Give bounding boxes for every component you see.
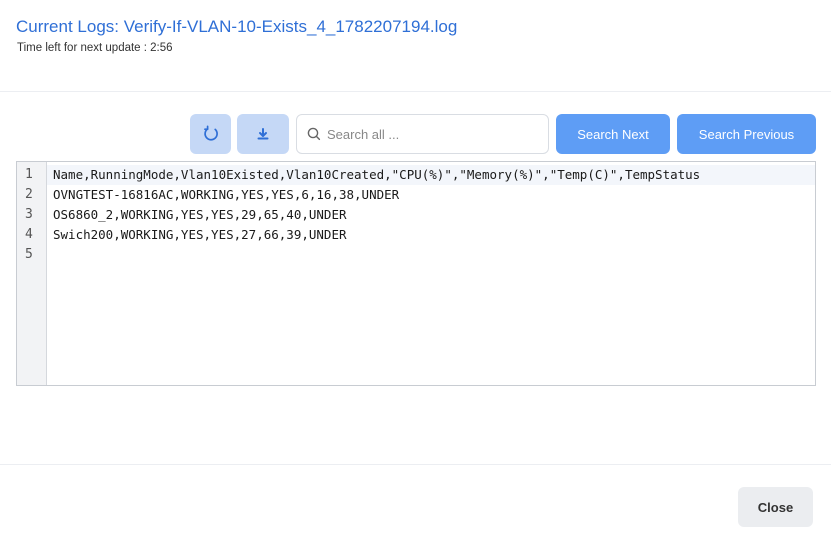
log-line[interactable]: OS6860_2,WORKING,YES,YES,29,65,40,UNDER bbox=[47, 205, 815, 225]
log-title: Current Logs: Verify-If-VLAN-10-Exists_4… bbox=[16, 17, 458, 36]
close-button[interactable]: Close bbox=[738, 487, 813, 527]
log-line[interactable] bbox=[47, 245, 815, 265]
refresh-button[interactable] bbox=[190, 114, 231, 154]
line-number: 4 bbox=[25, 227, 33, 242]
download-icon bbox=[257, 128, 269, 140]
refresh-icon bbox=[203, 125, 218, 141]
line-number-gutter: 1 2 3 4 5 bbox=[17, 162, 47, 385]
search-input[interactable] bbox=[327, 126, 527, 142]
log-line[interactable]: OVNGTEST-16816AC,WORKING,YES,YES,6,16,38… bbox=[47, 185, 815, 205]
search-previous-button[interactable]: Search Previous bbox=[677, 114, 816, 154]
line-number: 1 bbox=[25, 167, 33, 182]
line-number: 5 bbox=[25, 247, 33, 262]
log-content[interactable]: Name,RunningMode,Vlan10Existed,Vlan10Cre… bbox=[47, 165, 815, 265]
search-next-button[interactable]: Search Next bbox=[556, 114, 670, 154]
dialog-footer bbox=[0, 464, 831, 549]
log-viewer[interactable]: 1 2 3 4 5 Name,RunningMode,Vlan10Existed… bbox=[16, 161, 816, 386]
log-toolbar: Search Next Search Previous bbox=[0, 114, 831, 154]
dialog-header: Current Logs: Verify-If-VLAN-10-Exists_4… bbox=[0, 0, 831, 92]
log-line[interactable]: Swich200,WORKING,YES,YES,27,66,39,UNDER bbox=[47, 225, 815, 245]
search-field[interactable] bbox=[296, 114, 549, 154]
line-number: 3 bbox=[25, 207, 33, 222]
line-number: 2 bbox=[25, 187, 33, 202]
download-button[interactable] bbox=[237, 114, 289, 154]
search-icon bbox=[307, 127, 321, 141]
update-countdown: Time left for next update : 2:56 bbox=[17, 42, 173, 54]
log-line[interactable]: Name,RunningMode,Vlan10Existed,Vlan10Cre… bbox=[47, 165, 815, 185]
